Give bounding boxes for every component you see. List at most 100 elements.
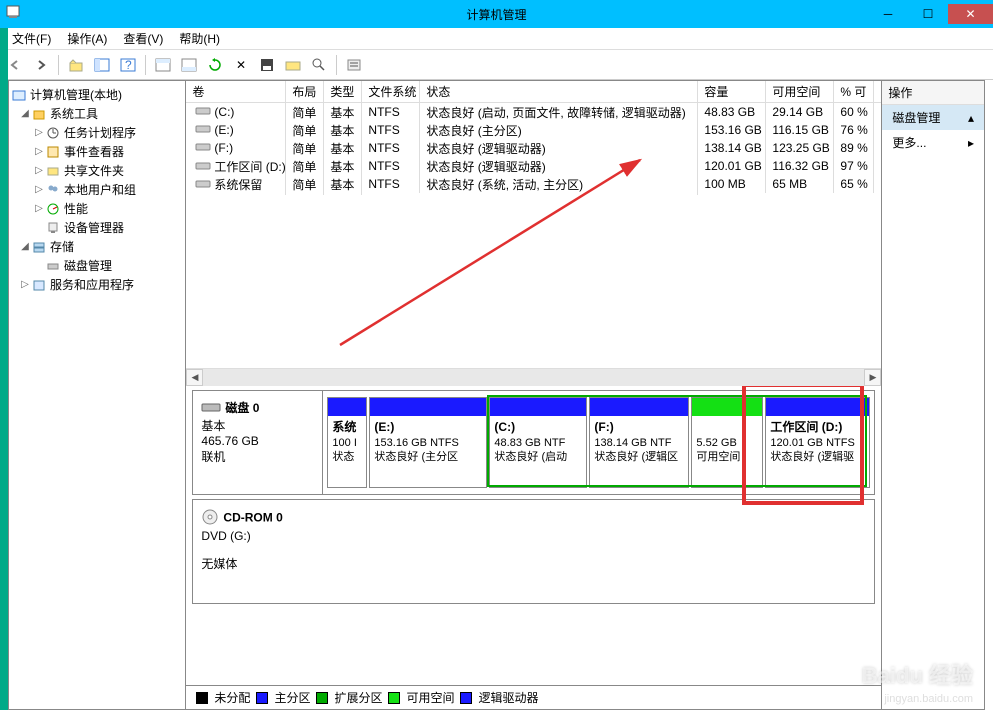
legend-free: 可用空间 (406, 689, 454, 706)
tree-disk-management[interactable]: 磁盘管理 (11, 256, 183, 275)
col-volume[interactable]: 卷 (186, 81, 286, 102)
cdrom-info: CD-ROM 0 DVD (G:) 无媒体 (193, 500, 874, 603)
table-row[interactable]: (C:)简单基本NTFS状态良好 (启动, 页面文件, 故障转储, 逻辑驱动器)… (186, 103, 881, 121)
legend-primary-swatch (256, 692, 268, 704)
action-label: 磁盘管理 (892, 109, 940, 126)
expand-icon[interactable]: ▷ (33, 203, 45, 214)
expand-icon[interactable]: ▷ (33, 127, 45, 138)
table-row[interactable]: (F:)简单基本NTFS状态良好 (逻辑驱动器)138.14 GB123.25 … (186, 139, 881, 157)
action-more[interactable]: 更多...▸ (882, 130, 984, 155)
table-row[interactable]: 系统保留简单基本NTFS状态良好 (系统, 活动, 主分区)100 MB65 M… (186, 175, 881, 193)
chevron-up-icon: ▴ (968, 111, 974, 125)
tree-sys-tools[interactable]: ◢系统工具 (11, 104, 183, 123)
action-disk-mgmt[interactable]: 磁盘管理 ▴ (882, 105, 984, 130)
collapse-icon[interactable]: ◢ (19, 241, 31, 252)
legend-logical: 逻辑驱动器 (478, 689, 538, 706)
cdrom-icon (201, 508, 219, 529)
tree-panel: 计算机管理(本地) ◢系统工具 ▷任务计划程序 ▷ 事件查看器 ▷共享文件夹 ▷ 本… (9, 81, 186, 709)
titlebar: 计算机管理 ─ ☐ ✕ (0, 0, 993, 28)
tree-shared-folders[interactable]: ▷共享文件夹 (11, 161, 183, 180)
legend-extended-swatch (316, 692, 328, 704)
search-icon[interactable] (308, 54, 330, 76)
col-pct[interactable]: % 可 (834, 81, 874, 102)
tree-label: 性能 (64, 200, 88, 217)
col-capacity[interactable]: 容量 (698, 81, 766, 102)
expand-icon[interactable]: ▷ (33, 146, 45, 157)
menu-view[interactable]: 查看(V) (115, 28, 171, 49)
action-label: 更多... (892, 134, 926, 151)
table-row[interactable]: 工作区间 (D:)简单基本NTFS状态良好 (逻辑驱动器)120.01 GB11… (186, 157, 881, 175)
expand-icon[interactable]: ▷ (33, 165, 45, 176)
refresh-button[interactable] (204, 54, 226, 76)
view-top-button[interactable] (152, 54, 174, 76)
collapse-icon[interactable]: ◢ (19, 108, 31, 119)
save-icon[interactable] (256, 54, 278, 76)
tree-event-viewer[interactable]: ▷ 事件查看器 (11, 142, 183, 161)
expand-icon[interactable]: ▷ (33, 184, 45, 195)
legend-logical-swatch (460, 692, 472, 704)
menubar: 文件(F) 操作(A) 查看(V) 帮助(H) (0, 28, 993, 50)
menu-help[interactable]: 帮助(H) (171, 28, 228, 49)
partition[interactable]: 工作区间 (D:)120.01 GB NTFS状态良好 (逻辑驱 (765, 397, 870, 488)
scroll-track[interactable] (203, 369, 864, 386)
disk-type: 基本 (201, 417, 314, 434)
scroll-left-button[interactable]: ◀ (186, 369, 203, 386)
tree-label: 服务和应用程序 (50, 276, 134, 293)
partition[interactable]: (E:)153.16 GB NTFS状态良好 (主分区 (369, 397, 487, 488)
app-icon (5, 4, 25, 24)
partition[interactable]: (C:)48.83 GB NTF状态良好 (启动 (489, 397, 587, 488)
menu-action[interactable]: 操作(A) (59, 28, 115, 49)
folder-icon[interactable] (282, 54, 304, 76)
center-panel: 卷 布局 类型 文件系统 状态 容量 可用空间 % 可 (C:)简单基本NTFS… (186, 81, 881, 709)
disk-0-info: 磁盘 0 基本 465.76 GB 联机 (193, 391, 323, 494)
forward-button[interactable] (30, 54, 52, 76)
tree-label: 事件查看器 (64, 143, 124, 160)
table-row[interactable]: (E:)简单基本NTFS状态良好 (主分区)153.16 GB116.15 GB… (186, 121, 881, 139)
tree-local-users[interactable]: ▷ 本地用户和组 (11, 180, 183, 199)
cancel-icon[interactable]: ✕ (230, 54, 252, 76)
volume-table: 卷 布局 类型 文件系统 状态 容量 可用空间 % 可 (C:)简单基本NTFS… (186, 81, 881, 386)
up-button[interactable] (65, 54, 87, 76)
cdrom-block[interactable]: CD-ROM 0 DVD (G:) 无媒体 (192, 499, 875, 604)
col-status[interactable]: 状态 (420, 81, 698, 102)
minimize-button[interactable]: ─ (868, 4, 908, 24)
volume-rows: (C:)简单基本NTFS状态良好 (启动, 页面文件, 故障转储, 逻辑驱动器)… (186, 103, 881, 368)
maximize-button[interactable]: ☐ (908, 4, 948, 24)
tree-root[interactable]: 计算机管理(本地) (11, 85, 183, 104)
disk-title: 磁盘 0 (225, 401, 259, 415)
tree-storage[interactable]: ◢存储 (11, 237, 183, 256)
tree-device-manager[interactable]: 设备管理器 (11, 218, 183, 237)
legend-unallocated-swatch (196, 692, 208, 704)
tree-performance[interactable]: ▷ 性能 (11, 199, 183, 218)
legend: 未分配 主分区 扩展分区 可用空间 逻辑驱动器 (186, 685, 881, 709)
cdrom-sub: DVD (G:) (201, 529, 866, 543)
partition[interactable]: 5.52 GB可用空间 (691, 397, 763, 488)
scroll-right-button[interactable]: ▶ (864, 369, 881, 386)
properties-icon[interactable] (343, 54, 365, 76)
show-hide-tree-button[interactable] (91, 54, 113, 76)
view-bottom-button[interactable] (178, 54, 200, 76)
disk-panel: 磁盘 0 基本 465.76 GB 联机 系统100 I状态(E:)153.16… (186, 386, 881, 685)
help-button[interactable]: ? (117, 54, 139, 76)
disk-0-block[interactable]: 磁盘 0 基本 465.76 GB 联机 系统100 I状态(E:)153.16… (192, 390, 875, 495)
disk-icon (201, 400, 221, 417)
tree-services-apps[interactable]: ▷ 服务和应用程序 (11, 275, 183, 294)
close-button[interactable]: ✕ (948, 4, 993, 24)
menu-file[interactable]: 文件(F) (4, 28, 59, 49)
tree-label: 本地用户和组 (64, 181, 136, 198)
disk-0-partitions: 系统100 I状态(E:)153.16 GB NTFS状态良好 (主分区(C:)… (323, 391, 874, 494)
h-scrollbar[interactable]: ◀ ▶ (186, 368, 881, 385)
col-type[interactable]: 类型 (324, 81, 362, 102)
disk-size: 465.76 GB (201, 434, 314, 448)
actions-header: 操作 (882, 81, 984, 105)
partition[interactable]: 系统100 I状态 (327, 397, 367, 488)
legend-primary: 主分区 (274, 689, 310, 706)
col-free[interactable]: 可用空间 (766, 81, 834, 102)
partition[interactable]: (F:)138.14 GB NTF状态良好 (逻辑区 (589, 397, 689, 488)
col-layout[interactable]: 布局 (286, 81, 324, 102)
tree-label: 设备管理器 (64, 219, 124, 236)
tree-task-scheduler[interactable]: ▷任务计划程序 (11, 123, 183, 142)
window-title: 计算机管理 (466, 6, 526, 23)
expand-icon[interactable]: ▷ (19, 279, 31, 290)
col-fs[interactable]: 文件系统 (362, 81, 420, 102)
